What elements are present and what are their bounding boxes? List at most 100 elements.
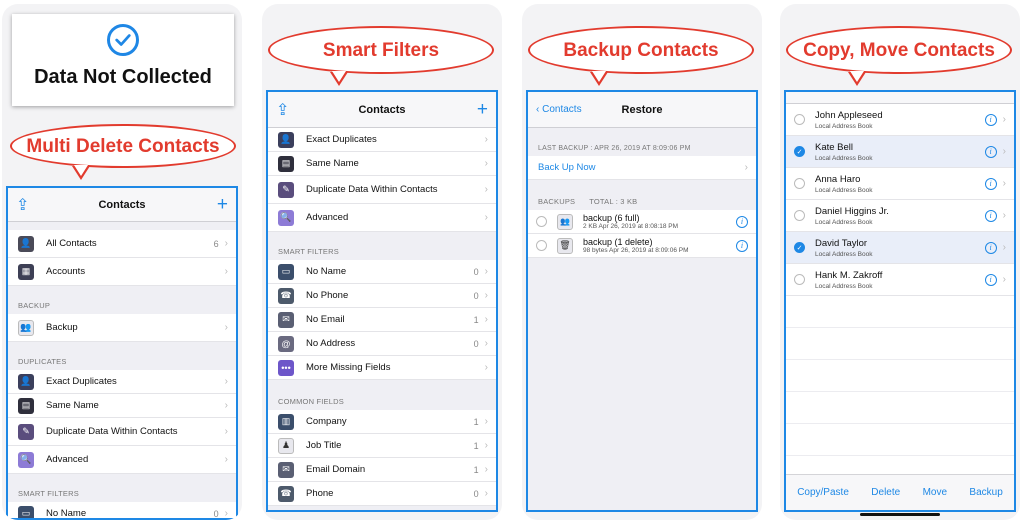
backups-header: BACKUPS TOTAL : 3 KB: [528, 180, 756, 210]
copy-paste-button[interactable]: Copy/Paste: [797, 487, 849, 498]
row-label: Email Domain: [306, 464, 366, 475]
back-up-now-row[interactable]: Back Up Now ›: [528, 156, 756, 180]
list-item-job-title[interactable]: ♟ Job Title 1 ›: [268, 434, 496, 458]
trash-icon: 🗑: [557, 237, 573, 254]
contact-row[interactable]: Daniel Higgins Jr. Local Address Book i ›: [786, 200, 1014, 232]
info-icon[interactable]: i: [984, 273, 997, 286]
home-indicator: [860, 513, 940, 516]
list-item-same-name[interactable]: ▤ Same Name ›: [8, 394, 236, 418]
list-item-exact-duplicates[interactable]: 👤 Exact Duplicates ›: [8, 370, 236, 394]
row-count: 1: [473, 440, 479, 451]
info-icon[interactable]: i: [984, 145, 997, 158]
row-label: Backup: [46, 322, 78, 333]
list-item-backup[interactable]: 👥 Backup ›: [8, 314, 236, 342]
share-icon[interactable]: ⇪: [276, 100, 296, 120]
callout-text: Smart Filters: [322, 39, 440, 61]
info-icon[interactable]: i: [984, 177, 997, 190]
contact-row[interactable]: Anna Haro Local Address Book i ›: [786, 168, 1014, 200]
list-item-no-email[interactable]: ✉ No Email 1 ›: [268, 308, 496, 332]
plus-icon[interactable]: +: [468, 99, 488, 121]
delete-button[interactable]: Delete: [871, 487, 900, 498]
contact-text: Anna Haro Local Address Book: [815, 174, 985, 194]
no-name-icon: ▭: [18, 505, 34, 518]
panel-copy-move: Copy, Move Contacts John Appleseed Local …: [780, 4, 1020, 520]
list-item-no-name[interactable]: ▭ No Name 0 ›: [268, 260, 496, 284]
list-item-same-name[interactable]: ▤ Same Name ›: [268, 152, 496, 176]
list-item-exact-duplicates[interactable]: 👤 Exact Duplicates ›: [268, 128, 496, 152]
contact-row[interactable]: Hank M. Zakroff Local Address Book i ›: [786, 264, 1014, 296]
list-item-phone[interactable]: ☎ Phone 0 ›: [268, 482, 496, 506]
share-icon[interactable]: ⇪: [16, 195, 36, 215]
info-icon[interactable]: i: [984, 241, 997, 254]
privacy-card: Data Not Collected: [12, 14, 234, 106]
list-item-duplicate-data[interactable]: ✎ Duplicate Data Within Contacts ›: [268, 176, 496, 204]
list-item-duplicate-data[interactable]: ✎ Duplicate Data Within Contacts ›: [8, 418, 236, 446]
select-radio[interactable]: [536, 240, 547, 251]
nav-title: Restore: [621, 103, 663, 116]
contact-row[interactable]: John Appleseed Local Address Book i ›: [786, 104, 1014, 136]
chevron-right-icon: ›: [484, 158, 488, 169]
chevron-right-icon: ›: [1002, 274, 1006, 285]
list-item-advanced[interactable]: 🔍 Advanced ›: [8, 446, 236, 474]
callout-multi-delete: Multi Delete Contacts: [10, 124, 236, 180]
list-item-no-name[interactable]: ▭ No Name 0 ›: [8, 502, 236, 519]
list-item-advanced[interactable]: 🔍 Advanced ›: [268, 204, 496, 232]
list-item-no-address[interactable]: @ No Address 0 ›: [268, 332, 496, 356]
select-radio[interactable]: [794, 114, 805, 125]
contact-source: Local Address Book: [815, 250, 873, 258]
phone-icon: ☎: [278, 287, 294, 304]
select-radio[interactable]: ✓: [794, 146, 805, 157]
chevron-right-icon: ›: [484, 266, 488, 277]
info-icon[interactable]: i: [984, 113, 997, 126]
move-button[interactable]: Move: [923, 487, 947, 498]
row-count: 0: [473, 338, 479, 349]
select-radio[interactable]: ✓: [794, 242, 805, 253]
contact-text: Kate Bell Local Address Book: [815, 142, 985, 162]
contact-name: John Appleseed: [815, 109, 883, 121]
nav-bar: ⇪ Contacts +: [8, 188, 236, 222]
back-button[interactable]: ‹ Contacts: [536, 104, 596, 115]
select-radio[interactable]: [794, 274, 805, 285]
list-item-email-domain[interactable]: ✉ Email Domain 1 ›: [268, 458, 496, 482]
contact-text: David Taylor Local Address Book: [815, 238, 985, 258]
row-count: 1: [473, 314, 479, 325]
contact-row[interactable]: ✓ Kate Bell Local Address Book i ›: [786, 136, 1014, 168]
contact-name: Anna Haro: [815, 173, 861, 185]
last-backup-label: LAST BACKUP : APR 26, 2019 AT 8:09:06 PM: [538, 145, 691, 152]
list-item-no-phone[interactable]: ☎ No Phone 0 ›: [268, 284, 496, 308]
panel-smart-filters: Smart Filters ⇪ Contacts + 👤 Exact Dupli…: [262, 4, 502, 520]
select-radio[interactable]: [536, 216, 547, 227]
list-item-company[interactable]: ▥ Company 1 ›: [268, 410, 496, 434]
chevron-right-icon: ›: [224, 400, 228, 411]
info-icon[interactable]: i: [736, 239, 748, 252]
plus-icon[interactable]: +: [208, 194, 228, 216]
list-item-more-missing[interactable]: ••• More Missing Fields ›: [268, 356, 496, 380]
row-label: No Address: [306, 338, 356, 349]
top-bar: [786, 92, 1014, 104]
chevron-right-icon: ›: [1002, 114, 1006, 125]
row-count: 6: [213, 238, 219, 249]
full-backup-icon: 👥: [557, 213, 573, 230]
chevron-right-icon: ›: [484, 290, 488, 301]
select-radio[interactable]: [794, 210, 805, 221]
info-icon[interactable]: i: [984, 209, 997, 222]
chevron-right-icon: ›: [224, 376, 228, 387]
row-label: No Phone: [306, 290, 349, 301]
backups-label: BACKUPS: [538, 197, 576, 206]
backup-details: 2 KB Apr 26, 2019 at 8:08:18 PM: [583, 223, 679, 230]
list-item-all-contacts[interactable]: 👤 All Contacts 6 ›: [8, 230, 236, 258]
chevron-right-icon: ›: [1002, 242, 1006, 253]
contact-row[interactable]: ✓ David Taylor Local Address Book i ›: [786, 232, 1014, 264]
nav-title: Contacts: [98, 198, 146, 211]
info-icon[interactable]: i: [736, 215, 748, 228]
phone-screen-contact-list: John Appleseed Local Address Book i › ✓ Kate …: [784, 90, 1016, 512]
backup-button[interactable]: Backup: [969, 487, 1002, 498]
select-radio[interactable]: [794, 178, 805, 189]
row-label: Same Name: [306, 158, 359, 169]
more-dots-icon: •••: [278, 359, 294, 376]
list-item-accounts[interactable]: ▦ Accounts ›: [8, 258, 236, 286]
backup-item[interactable]: 🗑 backup (1 delete) 98 bytes Apr 26, 201…: [528, 234, 756, 258]
chevron-right-icon: ›: [224, 508, 228, 519]
callout-smart-filters: Smart Filters: [268, 26, 494, 86]
backup-item[interactable]: 👥 backup (6 full) 2 KB Apr 26, 2019 at 8…: [528, 210, 756, 234]
